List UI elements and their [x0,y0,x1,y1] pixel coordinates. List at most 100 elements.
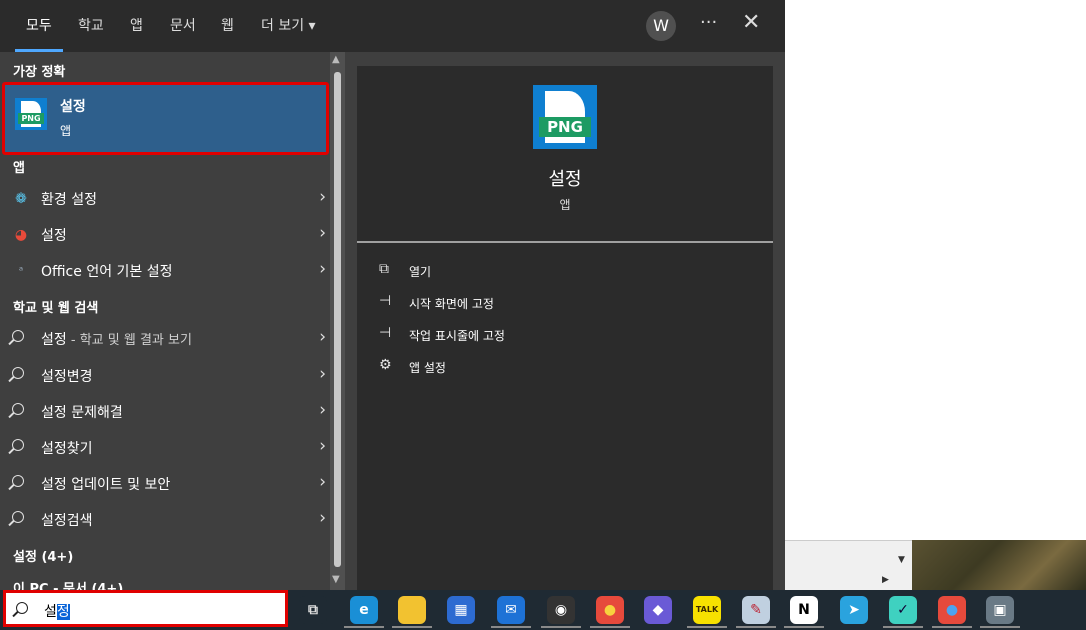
app-result-label: Office 언어 기본 설정 [41,264,173,280]
action-open[interactable]: ⧉ 열기 [379,259,679,283]
running-indicator [932,626,972,628]
app-result-office-language[interactable]: ᵃ Office 언어 기본 설정 › [0,253,330,287]
tab-school[interactable]: 학교 [78,0,104,52]
task-view-icon[interactable]: ⧉ [299,596,327,624]
store-icon[interactable]: ▦ [447,596,475,624]
copilot-icon[interactable]: ◆ [644,596,672,624]
running-indicator [687,626,727,628]
web-result-2[interactable]: 설정 문제해결 › [0,394,330,428]
app-result-settings[interactable]: ◕ 설정 › [0,217,330,251]
web-result-label: 설정 업데이트 및 보안 [41,477,171,493]
running-indicator [980,626,1020,628]
chevron-right-icon: › [319,327,326,347]
png-label: PNG [539,117,591,137]
search-icon [12,475,24,487]
png-file-icon: PNG [15,98,47,130]
running-indicator [883,626,923,628]
file-explorer-icon[interactable] [398,596,426,624]
network-icon[interactable]: ▣ [986,596,1014,624]
search-icon [12,330,24,342]
detail-divider [357,241,773,243]
pin-icon: ⊣ [379,325,392,341]
scroll-right-icon[interactable]: ▶ [882,575,889,585]
search-icon [12,511,24,523]
search-selected-text: 정 [56,604,70,620]
running-indicator [392,626,432,628]
running-indicator [541,626,581,628]
section-settings: 설정 (4+) [13,550,74,565]
tab-all[interactable]: 모두 [15,0,63,52]
section-best-match: 가장 정확 [13,65,66,80]
search-icon [12,403,24,415]
section-documents: 이 PC - 문서 (4+) [13,582,124,590]
scrollbar-thumb[interactable] [334,72,341,567]
taskbar-search-input[interactable]: 설정 [3,590,288,627]
chevron-right-icon: › [319,364,326,384]
best-match-title: 설정 [60,99,86,115]
action-label: 앱 설정 [409,361,446,375]
kakaotalk-icon[interactable]: TALK [693,596,721,624]
chevron-right-icon: › [319,436,326,456]
detail-pane: PNG 설정 앱 ⧉ 열기 ⊣ 시작 화면에 고정 ⊣ 작업 표시줄에 고정 ⚙… [357,66,773,590]
search-typed-text: 설 [44,604,57,620]
best-match-settings[interactable]: PNG 설정 앱 [2,82,329,155]
pin-icon: ⊣ [379,293,392,309]
action-pin-start[interactable]: ⊣ 시작 화면에 고정 [379,291,679,315]
telegram-icon[interactable]: ➤ [840,596,868,624]
search-icon [12,439,24,451]
app-result-environment-settings[interactable]: ❁ 환경 설정 › [0,181,330,215]
section-web-search: 학교 및 웹 검색 [13,301,99,316]
account-avatar[interactable]: W [646,11,676,41]
web-result-label: 설정변경 [41,369,93,385]
web-result-4[interactable]: 설정 업데이트 및 보안 › [0,466,330,500]
running-indicator [736,626,776,628]
web-result-label: 설정 [41,332,67,348]
web-result-3[interactable]: 설정찾기 › [0,430,330,464]
paint-icon[interactable]: ✎ [742,596,770,624]
web-result-1[interactable]: 설정변경 › [0,358,330,392]
close-icon[interactable]: ✕ [742,10,760,35]
action-label: 작업 표시줄에 고정 [409,329,505,343]
mail-icon[interactable]: ✉ [497,596,525,624]
search-tabs: 모두 학교 앱 문서 웹 더 보기 ▾ W ··· ✕ [0,0,785,52]
background-window-scroll-area: ▼ ▶ [785,540,915,590]
tab-documents[interactable]: 문서 [170,0,196,52]
png-label: PNG [18,113,44,124]
running-indicator [590,626,630,628]
open-icon: ⧉ [379,261,389,277]
chrome-icon[interactable]: ● [596,596,624,624]
dropdown-arrow-icon[interactable]: ▼ [898,555,905,565]
office-language-icon: ᵃ [18,264,24,277]
taskbar: 설정 ⧉ e ▦ ✉ ◉ ● ◆ TALK ✎ N ➤ ✓ ● ▣ [0,590,1086,630]
notion-icon[interactable]: N [790,596,818,624]
running-indicator [784,626,824,628]
tab-web[interactable]: 웹 [221,0,234,52]
results-scrollbar[interactable]: ▲ ▼ [330,52,345,590]
web-result-0[interactable]: 설정 - 학교 및 웹 결과 보기 › [0,321,330,355]
search-icon [12,367,24,379]
tab-apps[interactable]: 앱 [130,0,143,52]
chrome-profile-icon[interactable]: ● [938,596,966,624]
edge-icon[interactable]: e [350,596,378,624]
action-label: 시작 화면에 고정 [409,297,494,311]
bird-app-icon[interactable]: ✓ [889,596,917,624]
web-result-5[interactable]: 설정검색 › [0,502,330,536]
app-result-label: 환경 설정 [41,192,97,208]
chevron-right-icon: › [319,187,326,207]
palette-icon: ◕ [14,227,28,243]
scroll-down-icon[interactable]: ▼ [332,574,340,585]
web-result-label: 설정검색 [41,513,93,529]
chevron-right-icon: › [319,508,326,528]
action-pin-taskbar[interactable]: ⊣ 작업 표시줄에 고정 [379,323,679,347]
action-app-settings[interactable]: ⚙ 앱 설정 [379,355,679,379]
obs-icon[interactable]: ◉ [547,596,575,624]
start-search-panel: 모두 학교 앱 문서 웹 더 보기 ▾ W ··· ✕ 가장 정확 PNG 설정… [0,0,785,590]
tab-more[interactable]: 더 보기 ▾ [261,0,316,52]
chevron-right-icon: › [319,259,326,279]
gear-blue-icon: ❁ [15,191,27,207]
detail-title: 설정 [548,169,582,190]
action-label: 열기 [409,265,432,279]
detail-subtitle: 앱 [559,198,571,212]
more-options-icon[interactable]: ··· [700,12,717,33]
scroll-up-icon[interactable]: ▲ [332,54,340,65]
